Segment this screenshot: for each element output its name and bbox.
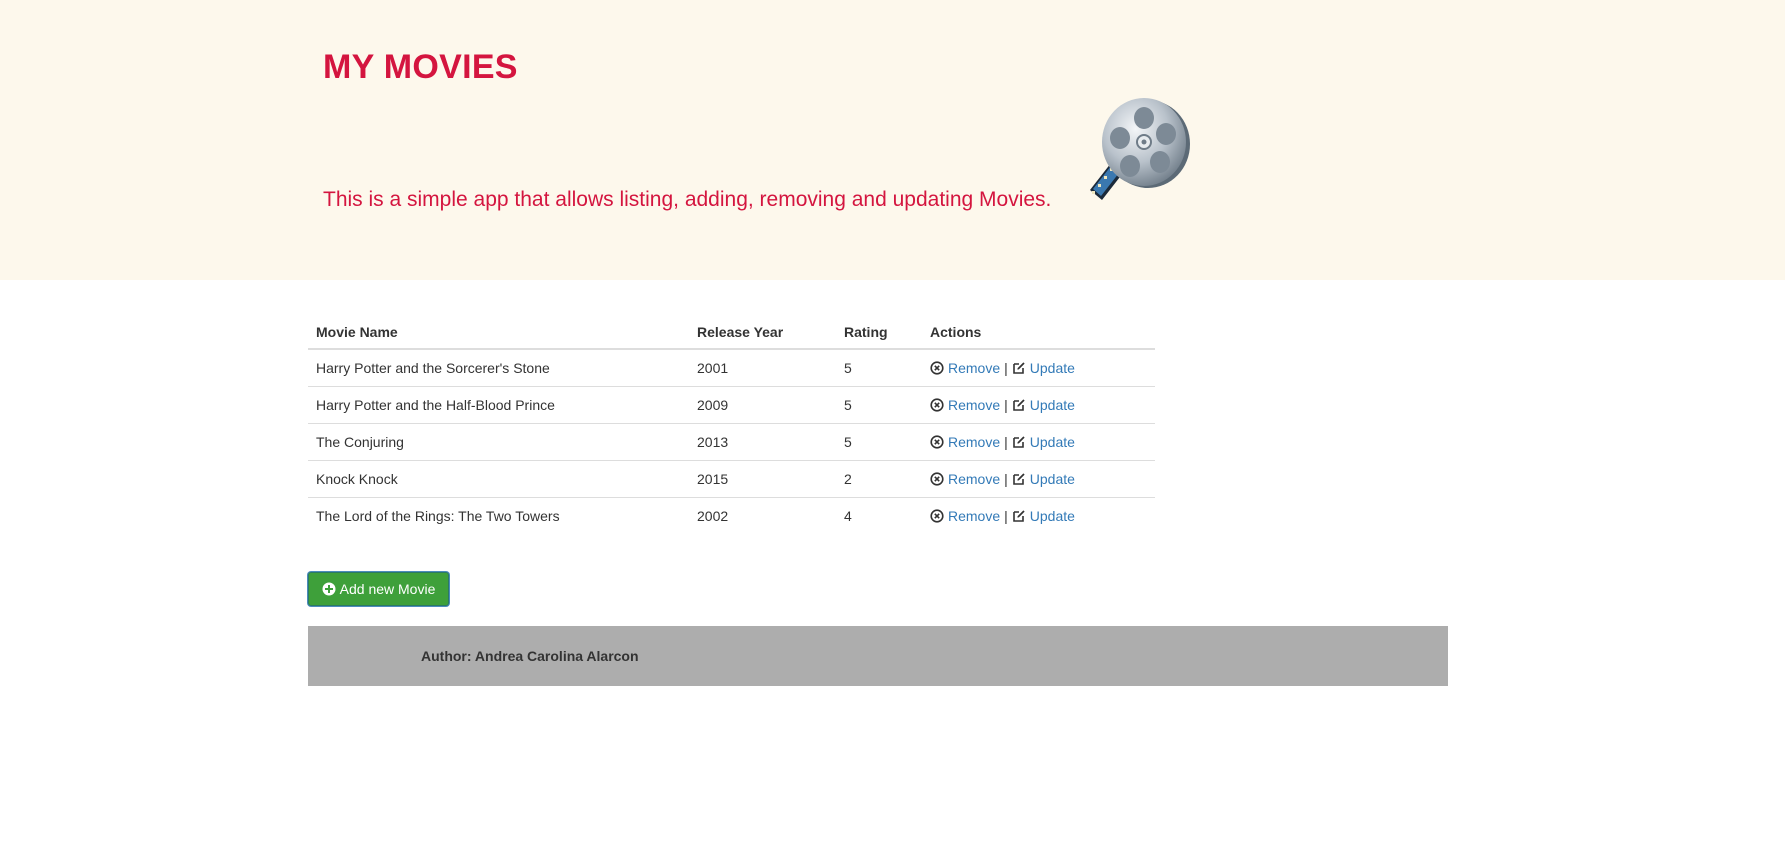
update-link[interactable]: Update: [1012, 508, 1075, 524]
hero-banner: MY MOVIES This is a simple app that allo…: [0, 0, 1785, 280]
remove-link[interactable]: Remove: [930, 360, 1000, 376]
update-label: Update: [1029, 508, 1075, 524]
add-new-movie-button[interactable]: Add new Movie: [308, 572, 449, 606]
actions-cell: Remove | Update: [922, 498, 1155, 535]
table-row: Knock Knock 2015 2 Remove | Update: [308, 460, 1155, 498]
remove-label: Remove: [948, 434, 1001, 450]
page-title: MY MOVIES: [323, 48, 518, 86]
footer: Author: Andrea Carolina Alarcon: [308, 626, 1448, 686]
table-row: The Lord of the Rings: The Two Towers 200…: [308, 498, 1155, 535]
update-label: Update: [1029, 471, 1075, 487]
actions-cell: Remove | Update: [922, 460, 1155, 498]
rating-cell: 4: [844, 508, 852, 524]
update-label: Update: [1029, 434, 1075, 450]
movie-name-cell: The Conjuring: [308, 423, 689, 461]
rating-cell: 2: [836, 460, 922, 498]
movie-name-cell: Harry Potter and the Half-Blood Prince: [308, 386, 689, 424]
column-header-movie-name: Movie Name: [308, 314, 689, 350]
action-separator: |: [1004, 397, 1008, 413]
actions-cell: Remove | Update: [922, 349, 1155, 387]
movies-table-container: Movie Name Release Year Rating Actions H…: [308, 314, 1155, 534]
release-year-cell: 2002: [697, 508, 729, 524]
remove-label: Remove: [948, 360, 1001, 376]
remove-link[interactable]: Remove: [930, 508, 1000, 524]
edit-icon: [1012, 362, 1025, 374]
column-header-release-year: Release Year: [689, 314, 836, 350]
edit-icon: [1012, 473, 1025, 485]
table-row: Harry Potter and the Half-Blood Prince 20…: [308, 386, 1155, 424]
circle-x-icon: [930, 361, 944, 375]
column-header-rating: Rating: [836, 314, 922, 350]
add-new-movie-label: Add new Movie: [339, 581, 436, 597]
remove-link[interactable]: Remove: [930, 471, 1000, 487]
update-link[interactable]: Update: [1012, 434, 1075, 450]
actions-cell: Remove | Update: [922, 423, 1155, 461]
table-row: The Conjuring 2013 5 Remove | Update: [308, 423, 1155, 461]
remove-link[interactable]: Remove: [930, 397, 1000, 413]
release-year-cell: 2009: [689, 386, 836, 424]
movie-name-cell: Knock Knock: [308, 460, 689, 498]
remove-label: Remove: [948, 508, 1001, 524]
movies-table: Movie Name Release Year Rating Actions H…: [308, 314, 1155, 534]
release-year-cell: 2015: [689, 460, 836, 498]
plus-circle-icon: [322, 582, 336, 596]
film-reel-icon: [1090, 98, 1190, 200]
circle-x-icon: [930, 398, 944, 412]
app-description: This is a simple app that allows listing…: [323, 188, 1052, 211]
update-label: Update: [1029, 397, 1075, 413]
movie-name-cell: The Lord of the Rings: The Two Towers: [316, 508, 560, 524]
edit-icon: [1012, 510, 1025, 522]
rating-cell: 5: [836, 386, 922, 424]
update-link[interactable]: Update: [1012, 397, 1075, 413]
table-row: Harry Potter and the Sorcerer's Stone 200…: [308, 349, 1155, 387]
edit-icon: [1012, 436, 1025, 448]
update-link[interactable]: Update: [1012, 360, 1075, 376]
action-separator: |: [1004, 508, 1008, 524]
table-header-row: Movie Name Release Year Rating Actions: [308, 314, 1155, 350]
rating-cell: 5: [836, 349, 922, 387]
rating-cell: 5: [836, 423, 922, 461]
column-header-actions: Actions: [922, 314, 1155, 350]
remove-label: Remove: [948, 397, 1001, 413]
circle-x-icon: [930, 435, 944, 449]
movie-name-cell: Harry Potter and the Sorcerer's Stone: [308, 349, 689, 387]
release-year-cell: 2013: [689, 423, 836, 461]
release-year-cell: 2001: [689, 349, 836, 387]
actions-cell: Remove | Update: [922, 386, 1155, 424]
edit-icon: [1012, 399, 1025, 411]
action-separator: |: [1004, 471, 1008, 487]
circle-x-icon: [930, 472, 944, 486]
remove-link[interactable]: Remove: [930, 434, 1000, 450]
remove-label: Remove: [948, 471, 1001, 487]
circle-x-icon: [930, 509, 944, 523]
author-credit: Author: Andrea Carolina Alarcon: [421, 648, 639, 664]
update-link[interactable]: Update: [1012, 471, 1075, 487]
action-separator: |: [1004, 434, 1008, 450]
action-separator: |: [1004, 360, 1008, 376]
update-label: Update: [1029, 360, 1075, 376]
